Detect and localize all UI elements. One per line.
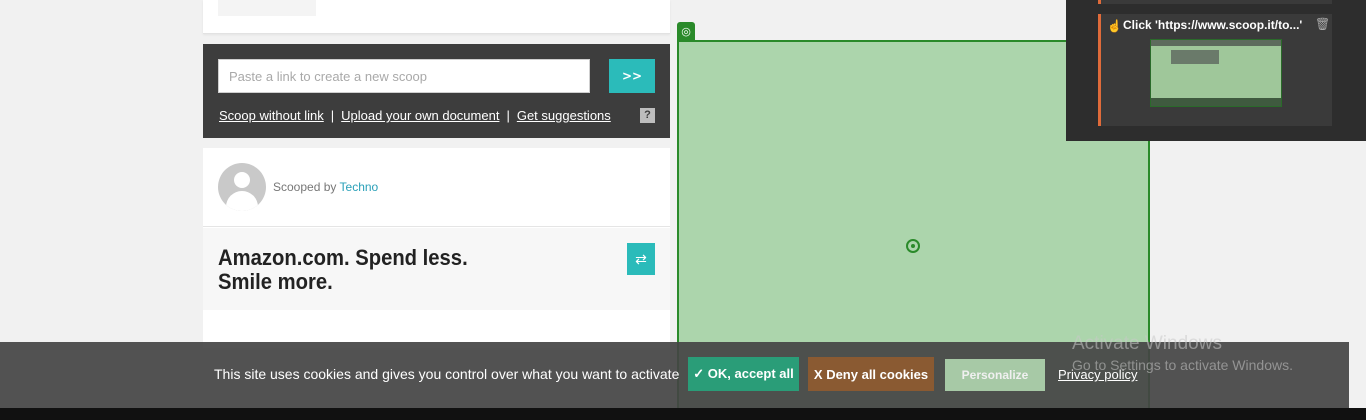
thumbnail-content [1171, 50, 1219, 64]
previous-step[interactable] [1098, 0, 1332, 4]
deny-all-cookies-button[interactable]: X Deny all cookies [808, 357, 934, 391]
step-item[interactable]: ☝ Click 'https://www.scoop.it/to...' 🗑 [1098, 14, 1332, 126]
activate-windows-watermark: Activate Windows Go to Settings to activ… [1072, 333, 1293, 373]
taskbar [0, 408, 1366, 420]
recorder-side-panel: ☝ Click 'https://www.scoop.it/to...' 🗑 [1066, 0, 1366, 141]
post-header: Scooped by Techno [203, 148, 670, 227]
post-title[interactable]: Amazon.com. Spend less. Smile more. [218, 246, 522, 294]
click-icon: ☝ [1107, 19, 1122, 33]
trash-icon[interactable]: 🗑 [1315, 17, 1330, 31]
personalize-cookies-button[interactable]: Personalize [945, 359, 1045, 391]
avatar[interactable] [218, 163, 266, 211]
rescoop-icon: ⇄ [635, 251, 647, 267]
link-separator: | [506, 108, 510, 123]
previous-card [203, 0, 670, 34]
previous-card-content [218, 0, 316, 16]
target-icon: ◎ [677, 22, 695, 42]
scooped-by: Scooped by Techno [273, 180, 378, 194]
link-separator: | [330, 108, 335, 123]
post-card: Scooped by Techno Amazon.com. Spend less… [203, 148, 670, 348]
scooped-by-prefix: Scooped by [273, 180, 337, 194]
upload-document-link[interactable]: Upload your own document [341, 108, 499, 123]
avatar-body [226, 191, 258, 211]
step-label: Click 'https://www.scoop.it/to...' [1123, 18, 1303, 32]
author-link[interactable]: Techno [340, 180, 379, 194]
step-thumbnail [1150, 39, 1282, 107]
thumbnail-footer [1151, 98, 1281, 106]
crosshair-icon [906, 239, 920, 253]
new-scoop-panel: >> Scoop without link | Upload your own do… [203, 44, 670, 138]
post-body: Amazon.com. Spend less. Smile more. ⇄ [203, 228, 670, 310]
help-icon[interactable]: ? [640, 108, 655, 123]
avatar-head [234, 172, 250, 188]
scoop-without-link[interactable]: Scoop without link [219, 108, 324, 123]
scoop-submit-button[interactable]: >> [609, 59, 655, 93]
scoop-link-input[interactable] [218, 59, 590, 93]
rescoop-button[interactable]: ⇄ [627, 243, 655, 275]
get-suggestions-link[interactable]: Get suggestions [517, 108, 611, 123]
watermark-title: Activate Windows [1072, 333, 1222, 354]
crosshair-dot [911, 244, 915, 248]
thumbnail-header [1151, 40, 1281, 46]
accept-all-cookies-button[interactable]: ✓ OK, accept all [688, 357, 799, 391]
scoop-links: Scoop without link | Upload your own docum… [219, 108, 611, 123]
cookie-message: This site uses cookies and gives you con… [214, 366, 680, 382]
watermark-subtitle: Go to Settings to activate Windows. [1072, 357, 1293, 373]
